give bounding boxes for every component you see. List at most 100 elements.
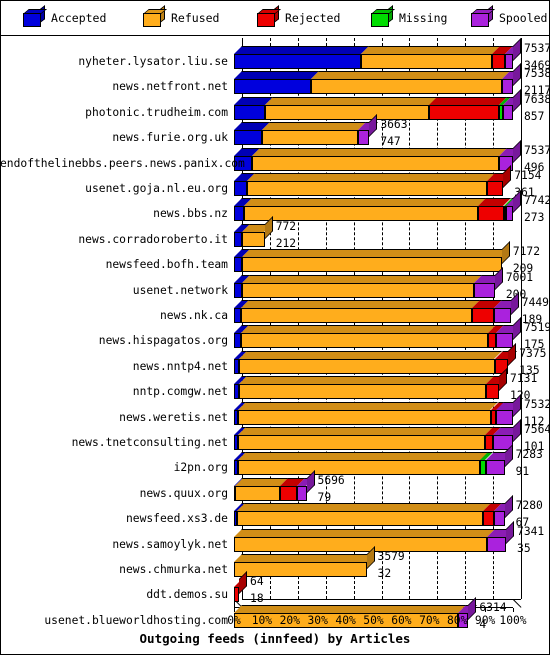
bar-segment-spooled (297, 477, 315, 501)
bar-value-total: 7538 (524, 67, 550, 81)
bar-segment-face (485, 435, 494, 450)
bar-value-total: 7537 (524, 143, 550, 157)
bar-segment-face (234, 54, 361, 69)
bar-segment-refused (247, 173, 496, 196)
y-axis-category-label: i2pn.org (173, 461, 228, 475)
x-axis-tick (513, 608, 514, 612)
bar-segment-face (234, 282, 242, 298)
bar-segment-face (493, 511, 505, 527)
bar-segment-face (502, 104, 513, 120)
y-axis-category-label: ddt.demos.su (146, 588, 228, 602)
bar-value-total: 64 (250, 575, 264, 589)
bar-segment-spooled (496, 401, 521, 425)
cube-icon (23, 5, 47, 27)
bar-segment-top (241, 274, 482, 283)
chart-x-axis-title: Outgoing feeds (innfeed) by Articles (139, 631, 411, 646)
bar-segment-top (252, 147, 508, 156)
bar-segment-face (234, 231, 243, 247)
bar-segment-top (239, 350, 503, 359)
y-axis-category-label: news.hispagatos.org (98, 334, 228, 348)
bar-value-total: 3663 (380, 118, 408, 132)
y-axis-category-label: news.furie.org.uk (112, 131, 228, 145)
y-axis-category-label: endofthelinebbs.peers.news.panix.com (0, 156, 245, 170)
bar-segment-face (472, 308, 495, 323)
bar-value-secondary: 35 (517, 541, 531, 555)
bar-segment-top (238, 401, 499, 410)
chart-legend: Accepted Refused Rejected Missing Spooled (1, 1, 549, 36)
bar-segment-refused (237, 452, 489, 476)
bar-segment-face (240, 333, 488, 349)
bar-segment-face (504, 54, 513, 69)
bar-segment-accepted (234, 122, 270, 146)
bar-segment-refused (235, 477, 289, 501)
bar-value-total: 7742 (524, 194, 550, 208)
bar-segment-top (242, 249, 510, 258)
bar-segment-face (311, 79, 502, 95)
bar-segment-face (261, 130, 358, 146)
bar-segment-face (485, 460, 505, 476)
bar-segment-face (496, 333, 513, 349)
legend-item-label: Accepted (51, 11, 107, 25)
bar-segment-refused (237, 427, 494, 450)
bar-segment-accepted (234, 274, 250, 298)
bar-segment-face (429, 104, 500, 120)
bar-segment-accepted (234, 46, 369, 69)
bar-segment-accepted (234, 173, 256, 196)
cube-icon (371, 5, 395, 27)
bar-segment-top (264, 96, 438, 105)
bar-segment-face (234, 308, 242, 323)
chart-window: Accepted Refused Rejected Missing Spooled 75… (0, 0, 550, 655)
bar-segment-face (482, 511, 494, 527)
bar-segment-face (280, 485, 298, 501)
y-axis-category-label: news.chmurka.net (119, 563, 228, 576)
bar-value-total: 7564 (524, 423, 550, 436)
bar-value-total: 3579 (377, 550, 405, 563)
bar-value-secondary: 18 (250, 592, 264, 606)
bar-segment-top (237, 452, 489, 461)
bar-segment-top (234, 604, 466, 613)
bar-segment-accepted (234, 223, 251, 247)
bar-value-secondary: 212 (275, 236, 297, 250)
bar-segment-refused (239, 350, 503, 374)
bar-segment-top (261, 122, 366, 131)
bar-segment-face (485, 384, 500, 400)
bar-segment-face (237, 460, 481, 476)
bar-segment-accepted (234, 198, 253, 222)
bar-value-secondary: 79 (317, 490, 332, 504)
bar-segment-face (238, 384, 486, 400)
bar-segment-face (234, 130, 262, 146)
bar-segment-top (237, 427, 494, 435)
bar-segment-face (234, 536, 487, 552)
y-axis-category-label: nyheter.lysator.liu.se (78, 55, 228, 68)
legend-item-label: Missing (399, 11, 448, 25)
bar-segment-spooled (493, 503, 513, 527)
bar-segment-spooled (485, 452, 513, 476)
bar-value-secondary: 273 (524, 211, 545, 225)
bar-segment-top (360, 46, 501, 54)
bar-segment-face (241, 282, 474, 298)
bar-segment-top (240, 325, 496, 334)
bar-value-total: 7537 (524, 42, 550, 55)
bar-segment-rejected (487, 325, 505, 349)
bar-value-secondary: 747 (380, 135, 401, 149)
bar-value-total: 772 (275, 219, 297, 233)
bar-segment-spooled (357, 122, 378, 146)
bar-segment-top (234, 46, 369, 54)
bar-value-total: 7001 (505, 270, 534, 284)
bar-segment-face (501, 79, 513, 95)
legend-item-label: Rejected (285, 11, 341, 25)
bar-segment-refused (241, 300, 480, 323)
y-axis-category-label: news.quux.org (139, 486, 228, 500)
bar-segment-top (311, 71, 510, 80)
chart-plot-area: 7537 3469 7538 2117 7638 857 3663 747 7537 496 715… (1, 36, 549, 654)
bar-segment-spooled (506, 198, 521, 222)
bar-value-total: 7172 (512, 245, 541, 259)
cube-icon (471, 5, 495, 27)
bar-value-total: 7532 (524, 397, 550, 411)
bar-segment-top (234, 71, 319, 80)
bar-segment-refused (241, 274, 482, 298)
bar-value-secondary: 32 (377, 567, 392, 580)
bar-value-total: 7375 (519, 346, 547, 360)
bar-value-total: 7154 (514, 169, 542, 182)
bar-segment-face (242, 257, 502, 273)
